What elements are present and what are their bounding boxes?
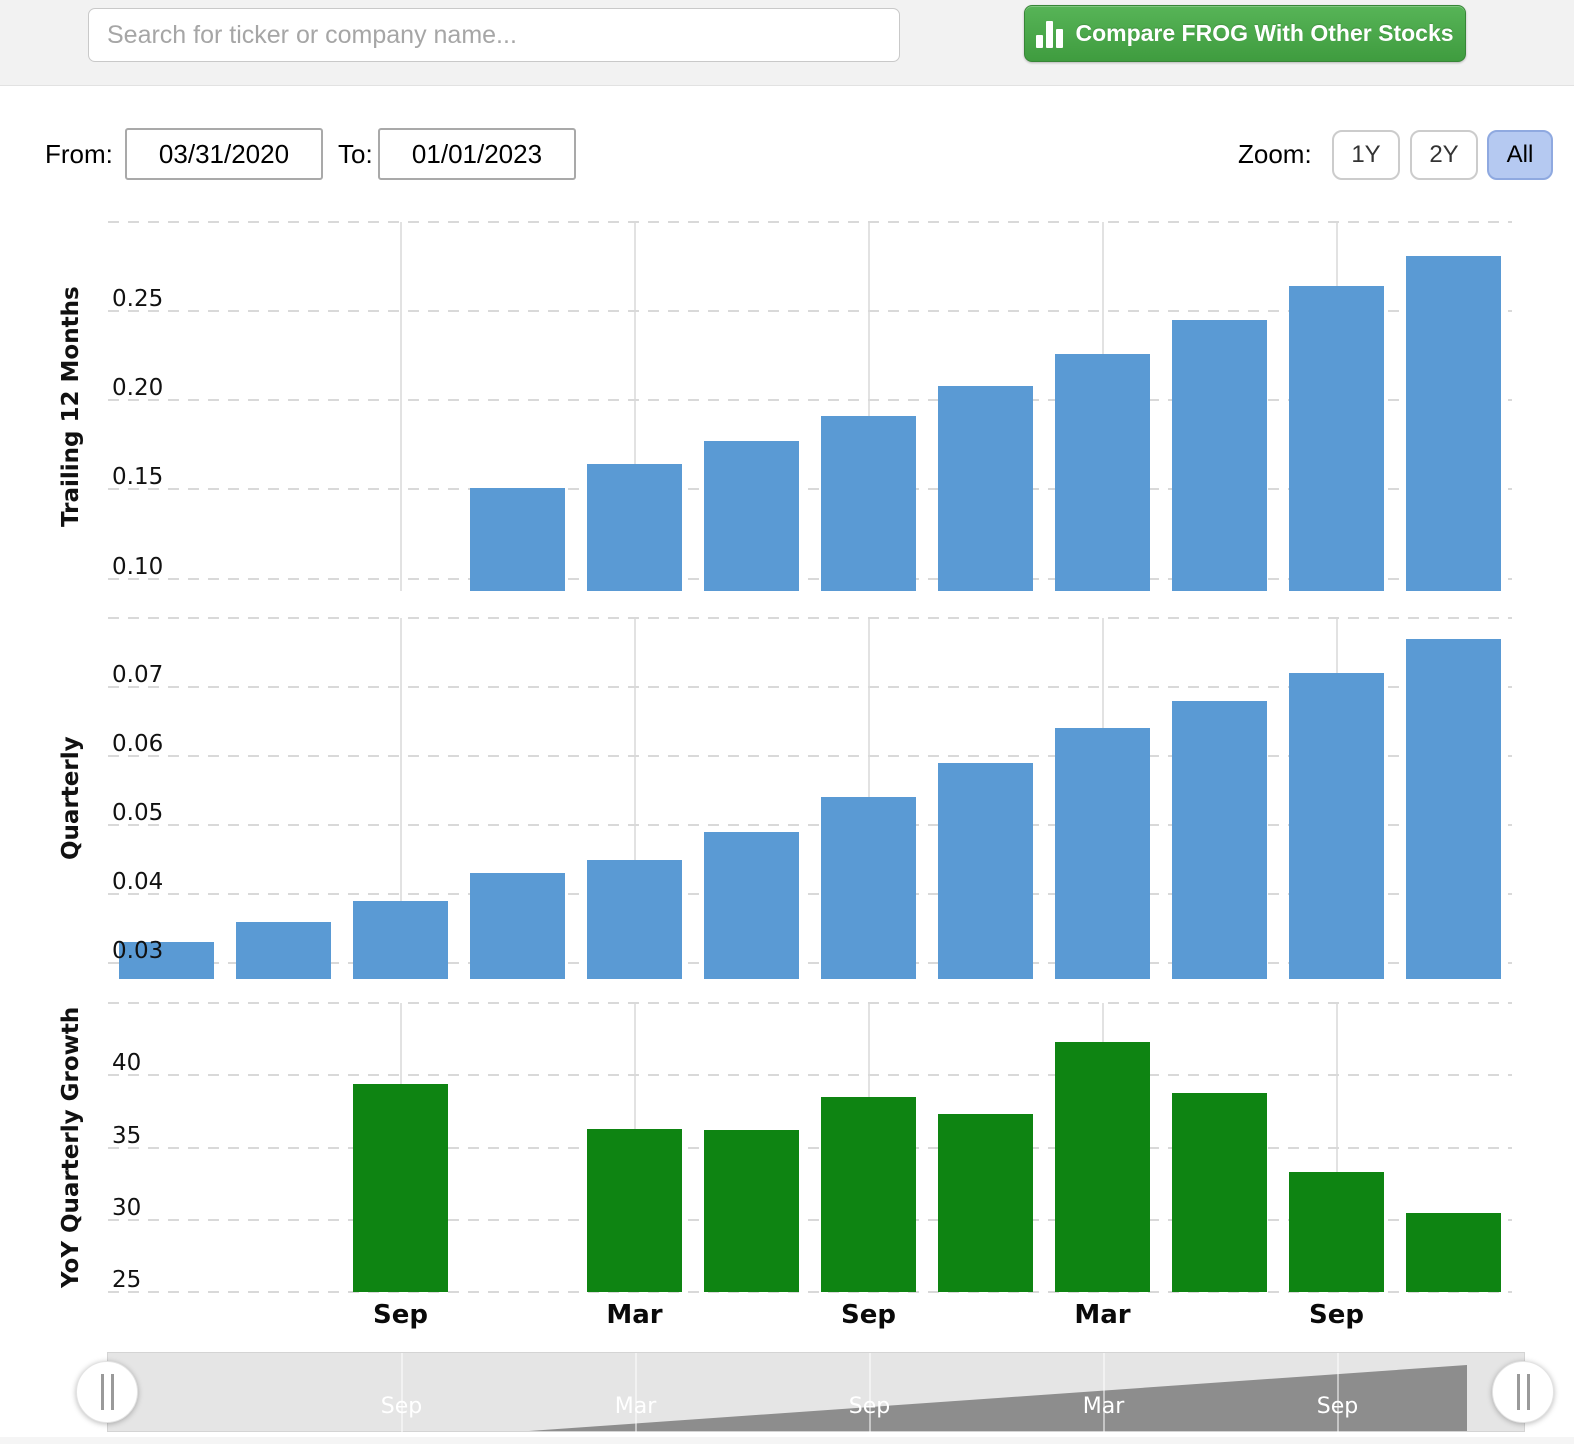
bar-jun-2021[interactable] [704, 441, 799, 591]
y-tick-label: 0.25 [112, 286, 164, 313]
bar-jun-2021[interactable] [704, 831, 799, 979]
navigator-gridline [400, 1353, 403, 1433]
navigator-label: Sep [848, 1394, 891, 1419]
y-tick-label: 0.10 [112, 553, 164, 580]
bar-dec-2022[interactable] [1406, 1212, 1501, 1292]
navigator-area-preview [529, 1365, 1467, 1431]
y-tick-label: 35 [112, 1122, 142, 1149]
y-tick-label: 0.05 [112, 800, 164, 827]
bar-mar-2022[interactable] [1055, 728, 1150, 979]
horizontal-gridline [108, 1146, 1512, 1149]
navigator-label: Sep [1316, 1394, 1359, 1419]
vertical-gridline [399, 222, 402, 591]
zoom-2y-button[interactable]: 2Y [1410, 130, 1478, 180]
bar-sep-2020[interactable] [353, 901, 448, 979]
bar-dec-2020[interactable] [470, 873, 565, 979]
bar-mar-2021[interactable] [587, 464, 682, 591]
header-bar: Compare FROG With Other Stocks [0, 0, 1574, 86]
y-tick-label: 40 [112, 1050, 142, 1077]
zoom-all-button[interactable]: All [1487, 130, 1553, 180]
bar-jun-2021[interactable] [704, 1130, 799, 1292]
axis-title-trailing-12-months: Trailing 12 Months [58, 286, 84, 527]
horizontal-gridline [108, 617, 1512, 619]
bar-jun-2022[interactable] [1172, 700, 1267, 979]
bar-sep-2022[interactable] [1289, 286, 1384, 591]
x-axis-label: Sep [373, 1300, 428, 1330]
bar-dec-2021[interactable] [938, 762, 1033, 979]
horizontal-gridline [108, 1074, 1512, 1077]
y-tick-label: 0.15 [112, 464, 164, 491]
y-tick-label: 0.20 [112, 375, 164, 402]
bar-jun-2020[interactable] [236, 921, 331, 979]
range-navigator[interactable]: Sep Mar Sep Mar Sep [107, 1352, 1525, 1433]
navigator-label: Mar [1082, 1394, 1125, 1419]
zoom-label: Zoom: [1238, 139, 1312, 169]
axis-title-quarterly: Quarterly [58, 736, 84, 861]
bar-chart-icon [1036, 20, 1064, 48]
bar-sep-2021[interactable] [821, 1096, 916, 1292]
bar-dec-2022[interactable] [1406, 255, 1501, 591]
x-axis-label: Sep [1309, 1300, 1364, 1330]
bar-sep-2021[interactable] [821, 797, 916, 979]
navigator-gridline [634, 1353, 637, 1433]
y-tick-label: 0.03 [112, 938, 164, 965]
navigator-gridline [1336, 1353, 1339, 1433]
y-tick-label: 0.04 [112, 869, 164, 896]
bar-jun-2022[interactable] [1172, 1092, 1267, 1292]
bar-dec-2020[interactable] [470, 487, 565, 591]
bar-dec-2022[interactable] [1406, 638, 1501, 979]
navigator-right-handle[interactable] [1492, 1361, 1554, 1423]
y-tick-label: 25 [112, 1267, 142, 1293]
y-tick-label: 0.06 [112, 731, 164, 758]
x-axis-label: Mar [1074, 1300, 1131, 1330]
zoom-1y-button[interactable]: 1Y [1332, 130, 1400, 180]
y-tick-label: 0.07 [112, 662, 164, 689]
horizontal-gridline [108, 221, 1512, 223]
x-axis-label: Sep [841, 1300, 896, 1330]
y-tick-label: 30 [112, 1194, 142, 1221]
bar-sep-2022[interactable] [1289, 673, 1384, 979]
bar-sep-2021[interactable] [821, 416, 916, 591]
bar-mar-2022[interactable] [1055, 353, 1150, 591]
bar-mar-2021[interactable] [587, 1128, 682, 1292]
from-date-input[interactable] [125, 128, 323, 180]
stock-chart-page: { "header": { "search_placeholder": "Sea… [0, 0, 1574, 1444]
x-axis-label: Mar [606, 1300, 663, 1330]
navigator-label: Sep [380, 1394, 423, 1419]
bar-dec-2021[interactable] [938, 1114, 1033, 1292]
to-label: To: [338, 139, 373, 169]
horizontal-gridline [108, 1002, 1512, 1004]
navigator-gridline [1102, 1353, 1105, 1433]
bar-mar-2021[interactable] [587, 859, 682, 979]
navigator-left-handle[interactable] [76, 1361, 138, 1423]
search-input[interactable] [88, 8, 900, 62]
compare-stocks-button[interactable]: Compare FROG With Other Stocks [1024, 5, 1466, 62]
bar-mar-2022[interactable] [1055, 1042, 1150, 1292]
page-bottom-strip [0, 1437, 1574, 1444]
bar-sep-2020[interactable] [353, 1083, 448, 1292]
bar-sep-2022[interactable] [1289, 1172, 1384, 1292]
to-date-input[interactable] [378, 128, 576, 180]
axis-title-yoy-quarterly-growth: YoY Quarterly Growth [58, 1006, 84, 1289]
navigator-gridline [868, 1353, 871, 1433]
from-label: From: [45, 139, 113, 169]
navigator-label: Mar [614, 1394, 657, 1419]
bar-dec-2021[interactable] [938, 386, 1033, 591]
compare-stocks-button-label: Compare FROG With Other Stocks [1075, 20, 1454, 46]
bar-jun-2022[interactable] [1172, 320, 1267, 591]
